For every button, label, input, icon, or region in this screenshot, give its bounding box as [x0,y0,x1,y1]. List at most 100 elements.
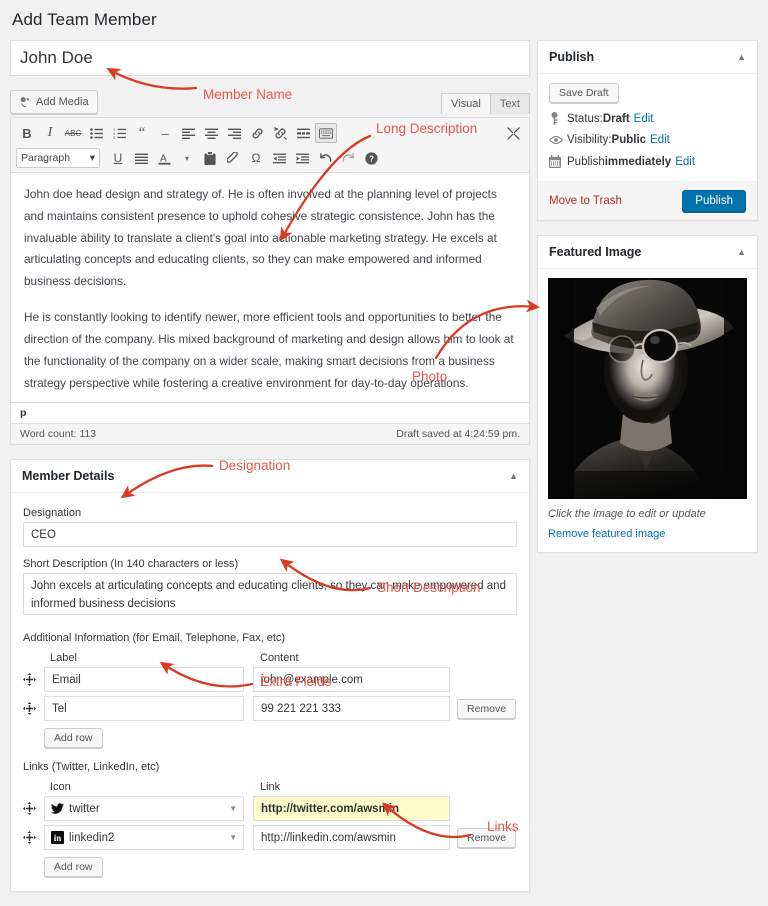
additional-info-headers: Label Content [23,652,517,664]
add-media-button[interactable]: Add Media [10,90,98,114]
drag-handle-icon[interactable] [23,702,44,715]
editor-element-path: p [11,402,529,423]
text-color-caret-icon[interactable]: ▾ [176,148,198,168]
info-content-input[interactable] [253,667,450,692]
horizontal-rule-icon[interactable]: – [154,123,176,143]
publish-status-line: Status: Draft Edit [549,112,746,125]
read-more-icon[interactable] [292,123,314,143]
main-column: Add Media Visual Text B I ABC 123 [10,40,530,906]
blockquote-icon[interactable]: “ [131,123,153,143]
publish-footer: Move to Trash Publish [538,181,757,220]
featured-image-thumbnail[interactable] [548,278,747,499]
bulleted-list-icon[interactable] [85,123,107,143]
add-row-button[interactable]: Add row [44,728,103,748]
info-content-input[interactable] [253,696,450,721]
editor-content[interactable]: John doe head design and strategy of. He… [11,173,529,402]
post-title-input[interactable] [10,40,530,76]
numbered-list-icon[interactable]: 123 [108,123,130,143]
info-label-input[interactable] [44,667,244,692]
remove-row-button[interactable]: Remove [457,828,516,848]
designation-label: Designation [23,507,517,519]
special-character-icon[interactable]: Ω [245,148,267,168]
links-headers: Icon Link [23,781,517,793]
key-icon [549,112,567,125]
remove-link-icon[interactable] [269,123,291,143]
member-details-panel: Member Details ▲ Designation Short Descr… [10,459,530,892]
align-left-icon[interactable] [177,123,199,143]
drag-handle-icon[interactable] [23,673,44,686]
featured-image-body: Click the image to edit or update Remove… [538,269,757,552]
publish-title: Publish [549,50,594,64]
chevron-up-icon[interactable]: ▲ [509,472,518,481]
help-icon[interactable]: ? [360,148,382,168]
add-row-button[interactable]: Add row [44,857,103,877]
align-right-icon[interactable] [223,123,245,143]
strikethrough-icon[interactable]: ABC [62,123,84,143]
outdent-icon[interactable] [268,148,290,168]
publish-panel: Publish ▲ Save Draft Status: Draft Edit … [537,40,758,221]
edit-schedule-link[interactable]: Edit [675,156,695,168]
link-url-input[interactable] [253,796,450,821]
designation-input[interactable] [23,522,517,547]
publish-header[interactable]: Publish ▲ [538,41,757,74]
chevron-up-icon[interactable]: ▲ [737,53,746,62]
remove-row-button[interactable]: Remove [457,699,516,719]
publish-schedule-value: immediately [605,156,671,168]
featured-image-header[interactable]: Featured Image ▲ [538,236,757,269]
editor-mode-tabs: Visual Text [442,93,530,114]
undo-icon[interactable] [314,148,336,168]
link-icon-value: twitter [69,803,100,815]
chevron-down-icon: ▾ [90,152,95,164]
fullscreen-icon[interactable] [502,123,524,143]
move-to-trash-link[interactable]: Move to Trash [549,195,622,207]
featured-image-title: Featured Image [549,245,641,259]
remove-featured-image-link[interactable]: Remove featured image [548,528,747,540]
paste-as-text-icon[interactable] [199,148,221,168]
links-note: Links (Twitter, LinkedIn, etc) [23,761,517,773]
calendar-icon [549,155,567,168]
header-content: Content [254,652,299,664]
keyboard-icon[interactable] [315,123,337,143]
featured-image-caption: Click the image to edit or update [548,508,747,520]
eye-icon [549,135,567,145]
link-icon-select[interactable]: in linkedin2 ▼ [44,825,244,850]
toolbar-row-1: B I ABC 123 “ – [16,122,524,144]
edit-status-link[interactable]: Edit [634,113,654,125]
links-addrow-wrap: Add row [23,857,517,877]
publish-schedule-prefix: Publish [567,156,605,168]
insert-link-icon[interactable] [246,123,268,143]
clear-formatting-icon[interactable] [222,148,244,168]
bold-icon[interactable]: B [16,123,38,143]
additional-info-addrow-wrap: Add row [23,728,517,748]
indent-icon[interactable] [291,148,313,168]
text-color-icon[interactable]: A [153,148,175,168]
underline-icon[interactable]: U [107,148,129,168]
short-description-textarea[interactable] [23,573,517,615]
links-row: twitter ▼ [23,796,517,821]
tab-text[interactable]: Text [490,93,530,114]
editor-paragraph: John doe head design and strategy of. He… [24,184,516,293]
align-center-icon[interactable] [200,123,222,143]
drag-handle-icon[interactable] [23,831,44,844]
word-count: Word count: 113 [20,428,96,440]
save-draft-button[interactable]: Save Draft [549,83,619,103]
link-icon-select[interactable]: twitter ▼ [44,796,244,821]
drag-handle-icon[interactable] [23,802,44,815]
italic-icon[interactable]: I [39,123,61,143]
chevron-down-icon: ▼ [229,833,237,842]
tab-visual[interactable]: Visual [441,93,491,114]
info-label-input[interactable] [44,696,244,721]
publish-button[interactable]: Publish [682,190,746,212]
format-select[interactable]: Paragraph ▾ [16,148,100,168]
redo-icon[interactable] [337,148,359,168]
chevron-up-icon[interactable]: ▲ [737,248,746,257]
publish-status-prefix: Status: [567,113,603,125]
side-column: Publish ▲ Save Draft Status: Draft Edit … [537,40,758,567]
link-url-input[interactable] [253,825,450,850]
member-details-body: Designation Short Description (In 140 ch… [11,493,529,891]
member-details-header[interactable]: Member Details ▲ [11,460,529,493]
edit-visibility-link[interactable]: Edit [650,134,670,146]
justify-icon[interactable] [130,148,152,168]
add-media-icon [19,96,31,108]
publish-visibility-prefix: Visibility: [567,134,612,146]
